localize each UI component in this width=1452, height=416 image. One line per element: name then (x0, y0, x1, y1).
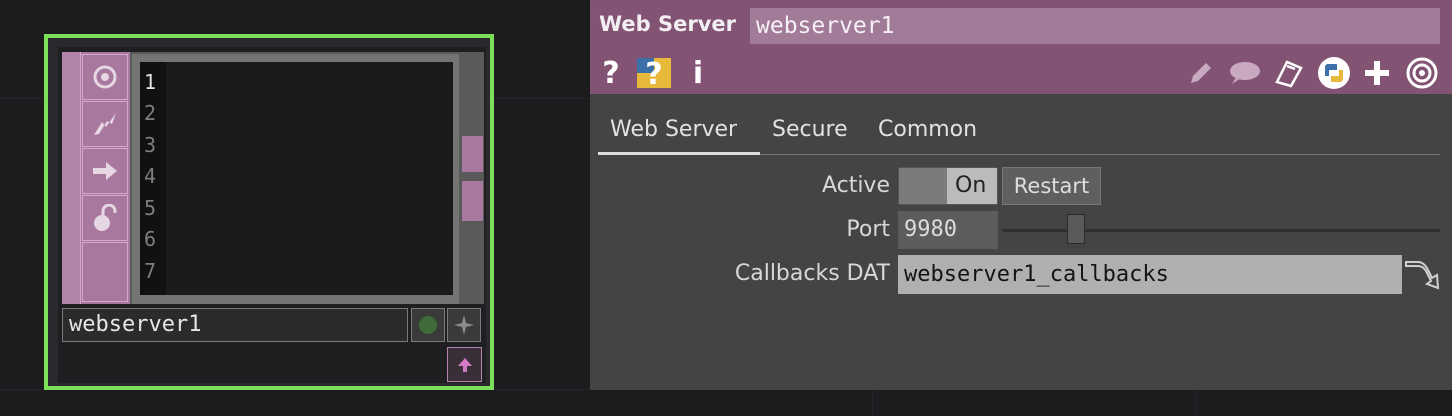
svg-text:?: ? (645, 57, 662, 90)
python-help-icon[interactable]: ? (634, 56, 674, 90)
text-viewer[interactable]: 1 2 3 4 5 6 7 (140, 62, 453, 295)
operator-name-field[interactable]: webserver1 (750, 8, 1440, 44)
active-label: Active (821, 173, 890, 198)
help-icon[interactable]: ? (600, 56, 622, 91)
display-flag-icon[interactable] (82, 148, 128, 194)
line-number: 5 (144, 196, 157, 220)
node-name-label[interactable]: webserver1 (62, 308, 408, 342)
comment-icon[interactable] (1226, 56, 1262, 90)
grid-line (872, 390, 873, 416)
line-number: 2 (144, 101, 157, 125)
info-icon[interactable]: i (688, 56, 708, 91)
port-field[interactable]: 9980 (898, 211, 998, 249)
node-scroll-thumb[interactable] (462, 181, 483, 221)
viewer-active-button[interactable] (411, 308, 445, 342)
sparkle-icon (454, 315, 474, 335)
empty-flag-slot (82, 242, 128, 302)
callbacks-dat-field[interactable]: webserver1_callbacks (898, 255, 1402, 294)
bypass-flag-icon[interactable] (82, 101, 128, 147)
port-label: Port (846, 217, 890, 242)
active-toggle[interactable]: On (898, 167, 998, 205)
node-flag-column (62, 52, 130, 304)
port-slider-handle[interactable] (1067, 214, 1086, 244)
tab-secure[interactable]: Secure (772, 117, 848, 142)
cook-flag-icon[interactable] (82, 54, 128, 100)
line-number: 1 (144, 70, 157, 94)
grid-line (1195, 390, 1196, 416)
node-scroll-thumb[interactable] (462, 136, 483, 172)
node-scrollbar[interactable] (462, 52, 484, 304)
callbacks-dat-label: Callbacks DAT (734, 261, 890, 286)
node-flag-strip (62, 52, 81, 304)
line-number: 4 (144, 164, 157, 188)
tab-web-server[interactable]: Web Server (610, 117, 737, 142)
tab-common[interactable]: Common (878, 117, 977, 142)
up-arrow-icon (457, 357, 472, 372)
viewer-active-icon (419, 316, 437, 334)
edit-icon[interactable] (1186, 56, 1216, 90)
edit-dat-arrow-icon[interactable] (1404, 258, 1442, 290)
add-icon[interactable] (1362, 56, 1392, 90)
go-up-button[interactable] (447, 347, 482, 382)
lock-flag-icon[interactable] (82, 195, 128, 241)
toggle-off-part (899, 168, 947, 204)
line-number: 3 (144, 133, 157, 157)
active-tab-indicator (598, 152, 760, 155)
operator-type-label: Web Server (599, 12, 737, 36)
restart-button[interactable]: Restart (1002, 167, 1101, 205)
python-icon[interactable] (1316, 56, 1352, 90)
clipboard-icon[interactable] (1272, 56, 1306, 90)
clone-button[interactable] (447, 308, 481, 342)
line-number: 6 (144, 227, 157, 251)
toggle-on-label: On (955, 173, 987, 198)
line-number: 7 (144, 259, 157, 283)
viewer-target-icon[interactable] (1404, 56, 1440, 90)
